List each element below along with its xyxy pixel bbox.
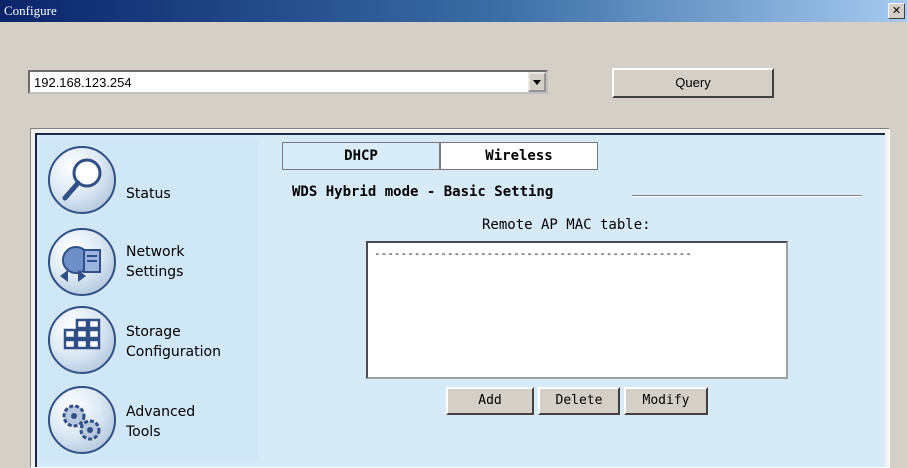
section-divider [632,195,862,197]
combo-dropdown-button[interactable] [528,72,546,92]
add-button[interactable]: Add [446,387,534,415]
close-button[interactable]: ✕ [888,3,905,19]
sidebar-item-label: Status [126,186,171,202]
sidebar-item-label: Storage Configuration [126,324,221,360]
window-title: Configure [4,3,57,18]
sidebar-item-status[interactable]: Status [48,146,248,218]
sidebar-item-network-settings[interactable]: Network Settings [48,228,248,300]
host-address-combo[interactable]: 192.168.123.254 [28,70,548,94]
sidebar: Status Network Settings Storage Configur… [40,140,258,460]
mac-table-label: Remote AP MAC table: [482,217,651,233]
tab-wireless[interactable]: Wireless [440,142,598,170]
host-address-value: 192.168.123.254 [34,75,132,90]
sidebar-item-storage-configuration[interactable]: Storage Configuration [48,306,258,378]
title-bar: Configure ✕ [0,0,907,22]
sidebar-item-advanced-tools[interactable]: Advanced Tools [48,386,248,458]
magnifier-icon [48,146,116,214]
modify-button[interactable]: Modify [624,387,708,415]
section-title: WDS Hybrid mode - Basic Setting [292,184,554,200]
sidebar-item-label: Network Settings [126,244,185,280]
tab-dhcp[interactable]: DHCP [282,142,440,170]
delete-button[interactable]: Delete [538,387,620,415]
list-item[interactable]: ----------------------------------------… [374,247,692,260]
query-button[interactable]: Query [612,68,774,98]
network-icon [48,228,116,296]
remote-ap-mac-list[interactable]: ----------------------------------------… [366,241,788,379]
sidebar-item-label: Advanced Tools [126,404,196,440]
gears-icon [48,386,116,454]
storage-grid-icon [48,306,116,374]
